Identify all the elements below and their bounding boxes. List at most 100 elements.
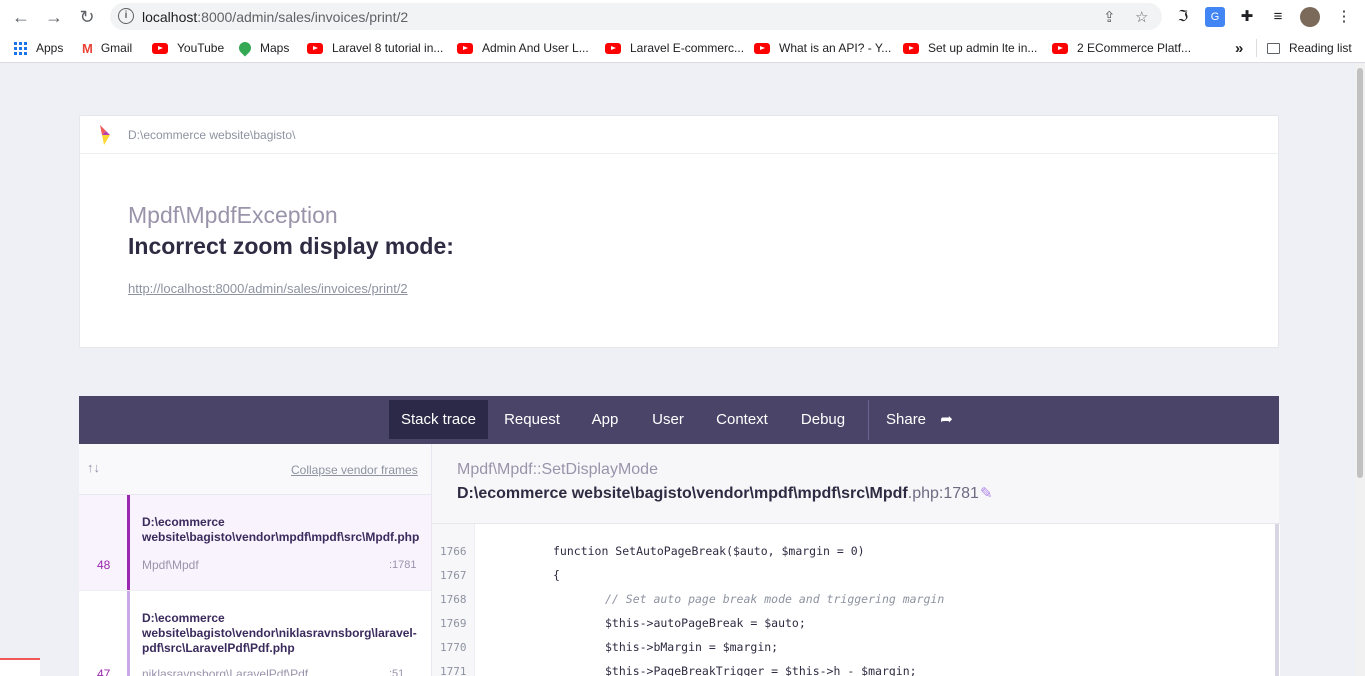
profile-avatar[interactable] [1300, 7, 1320, 27]
apps-grid-icon [14, 41, 27, 55]
frame-file-path-main: D:\ecommerce website\bagisto\vendor\mpdf… [457, 485, 908, 502]
back-arrow-icon[interactable]: ← [10, 6, 32, 28]
tab-app[interactable]: App [579, 400, 631, 439]
bookmark-label: Laravel E-commerc... [630, 41, 745, 55]
code-line: { [553, 568, 560, 582]
bookmark-what-is-api[interactable]: What is an API? - Y... [754, 40, 891, 56]
tab-separator [868, 400, 869, 440]
address-bar[interactable]: i localhost:8000/admin/sales/invoices/pr… [110, 3, 1162, 30]
bookmark-label: Set up admin lte in... [928, 41, 1038, 55]
extensions-puzzle-icon[interactable]: ✚ [1237, 7, 1257, 27]
url-text[interactable]: localhost:8000/admin/sales/invoices/prin… [142, 9, 408, 25]
page-scrollbar[interactable] [1355, 64, 1365, 676]
stack-frames-panel: ↑↓ Collapse vendor frames D:\ecommerce w… [79, 444, 509, 676]
bookmark-label: Laravel 8 tutorial in... [332, 41, 444, 55]
code-line: $this->autoPageBreak = $auto; [605, 616, 806, 630]
frame-number: 48 [97, 558, 111, 572]
info-icon[interactable]: i [118, 8, 134, 24]
share-page-icon[interactable]: ⇪ [1103, 8, 1116, 26]
bookmark-admin-user[interactable]: Admin And User L... [457, 40, 589, 56]
bookmark-label: Maps [260, 41, 290, 55]
bookmark-label: YouTube [177, 41, 225, 55]
line-gutter: 1766 1767 1768 1769 1770 1771 [432, 524, 475, 676]
app-path: D:\ecommerce website\bagisto\ [128, 128, 296, 142]
line-number: 1767 [440, 569, 467, 582]
youtube-icon [605, 42, 621, 54]
line-number: 1766 [440, 545, 467, 558]
star-icon[interactable]: ☆ [1135, 8, 1148, 26]
corner-widget[interactable] [0, 658, 40, 676]
frame-class: Mpdf\Mpdf [142, 558, 199, 572]
gmail-icon: M [82, 40, 93, 56]
error-card-header: D:\ecommerce website\bagisto\ [80, 116, 1278, 154]
bookmark-admin-lte[interactable]: Set up admin lte in... [903, 40, 1037, 56]
ignition-logo-icon [100, 125, 110, 145]
youtube-icon [307, 42, 323, 54]
exception-class: Mpdf\MpdfException [128, 202, 338, 228]
frame-detail: Mpdf\Mpdf::SetDisplayMode D:\ecommerce w… [431, 444, 1280, 676]
bookmarks-overflow-button[interactable]: » [1235, 40, 1243, 57]
bookmark-laravel-tutorial[interactable]: Laravel 8 tutorial in... [307, 40, 443, 56]
url-path: :8000/admin/sales/invoices/print/2 [197, 9, 409, 25]
bookmark-gmail[interactable]: M Gmail [82, 40, 132, 56]
frame-file: D:\ecommerce website\bagisto\vendor\nikl… [142, 611, 417, 655]
tab-stack-trace[interactable]: Stack trace [389, 400, 488, 439]
bookmark-apps[interactable]: Apps [14, 40, 63, 56]
extension-j-icon[interactable]: ℑ [1173, 7, 1193, 27]
reading-list-label: Reading list [1289, 41, 1352, 55]
frame-class: niklasravnsborg\LaravelPdf\Pdf [142, 667, 309, 676]
line-number: 1768 [440, 593, 467, 606]
collapse-vendor-frames-button[interactable]: Collapse vendor frames [291, 463, 418, 477]
reading-list-icon [1267, 42, 1280, 54]
bookmark-laravel-ecommerce[interactable]: Laravel E-commerc... [605, 40, 744, 56]
browser-toolbar: ← → ↻ i localhost:8000/admin/sales/invoi… [0, 0, 1365, 33]
error-tabs: Stack trace Request App User Context Deb… [79, 396, 1279, 444]
maps-icon [236, 39, 254, 57]
reload-icon[interactable]: ↻ [76, 6, 98, 28]
tab-context[interactable]: Context [711, 400, 773, 439]
active-frame-indicator [127, 495, 130, 590]
edit-pencil-icon[interactable]: ✎ [980, 484, 993, 502]
stack-frame-item[interactable]: D:\ecommerce website\bagisto\vendor\nikl… [79, 590, 431, 676]
youtube-icon [152, 42, 168, 54]
forward-arrow-icon[interactable]: → [43, 6, 65, 28]
frame-nav-arrows-icon[interactable]: ↑↓ [87, 460, 100, 475]
tab-request[interactable]: Request [497, 400, 567, 439]
translate-icon[interactable]: G [1205, 7, 1225, 27]
bookmark-ecommerce-platform[interactable]: 2 ECommerce Platf... [1052, 40, 1191, 56]
bookmark-label: Gmail [100, 41, 133, 55]
code-line: function SetAutoPageBreak($auto, $margin… [553, 544, 865, 558]
bookmark-label: What is an API? - Y... [779, 41, 892, 55]
code-snippet: 1766 1767 1768 1769 1770 1771 function S… [432, 523, 1280, 676]
bookmark-youtube[interactable]: YouTube [152, 40, 224, 56]
page-scrollbar-thumb[interactable] [1357, 68, 1363, 478]
request-url-link[interactable]: http://localhost:8000/admin/sales/invoic… [128, 281, 408, 296]
media-control-icon[interactable]: ≡ [1268, 7, 1288, 27]
frame-indicator [127, 591, 130, 676]
stack-frame-item[interactable]: D:\ecommerce website\bagisto\vendor\mpdf… [79, 495, 431, 590]
url-host: localhost [142, 9, 198, 25]
frame-number: 47 [97, 667, 111, 676]
code-scrollbar[interactable] [1275, 524, 1279, 676]
tab-debug[interactable]: Debug [795, 400, 851, 439]
error-card: D:\ecommerce website\bagisto\ Mpdf\MpdfE… [79, 115, 1279, 348]
line-number: 1770 [440, 641, 467, 654]
frame-line: :51 [389, 668, 405, 676]
line-number: 1769 [440, 617, 467, 630]
frames-header: ↑↓ Collapse vendor frames [79, 444, 431, 495]
youtube-icon [1052, 42, 1068, 54]
bookmark-label: 2 ECommerce Platf... [1077, 41, 1192, 55]
bookmark-maps[interactable]: Maps [236, 39, 290, 57]
youtube-icon [457, 42, 473, 54]
bookmark-label: Apps [36, 41, 64, 55]
code-comment-line: // Set auto page break mode and triggeri… [605, 592, 945, 606]
tab-share-label: Share [886, 411, 927, 428]
code-line: $this->PageBreakTrigger = $this->h - $ma… [605, 664, 917, 676]
frame-file: D:\ecommerce website\bagisto\vendor\mpdf… [142, 515, 420, 544]
frame-method: Mpdf\Mpdf::SetDisplayMode [457, 461, 658, 478]
more-menu-icon[interactable]: ⋮ [1334, 7, 1354, 27]
tab-share[interactable]: Share ➦ [886, 400, 976, 439]
frame-file-path: D:\ecommerce website\bagisto\vendor\mpdf… [457, 485, 979, 503]
reading-list-button[interactable]: Reading list [1267, 40, 1352, 56]
tab-user[interactable]: User [645, 400, 691, 439]
